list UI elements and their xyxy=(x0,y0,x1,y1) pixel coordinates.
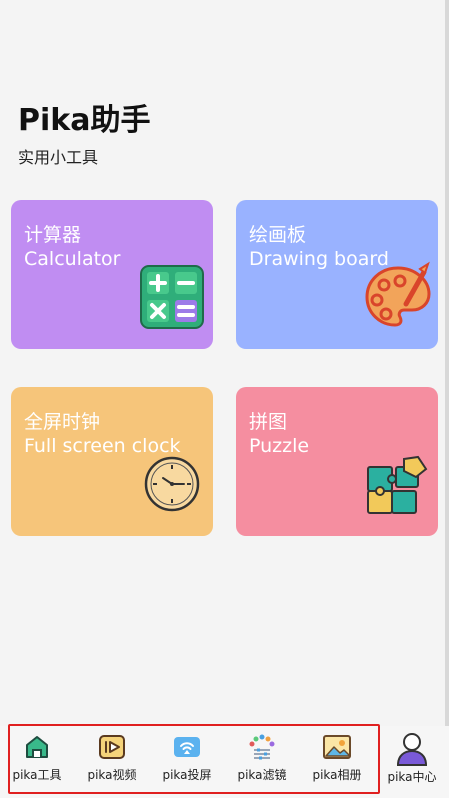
card-title-en: Puzzle xyxy=(249,435,310,457)
header: Pika助手 实用小工具 xyxy=(18,100,150,168)
calculator-icon xyxy=(140,265,204,329)
app-subtitle: 实用小工具 xyxy=(18,148,99,167)
card-title-en: Calculator xyxy=(24,248,121,270)
card-title-cn: 拼图 xyxy=(249,411,288,433)
nav-label: pika中心 xyxy=(387,770,437,784)
puzzle-card[interactable]: 拼图 Puzzle xyxy=(236,387,438,536)
puzzle-icon xyxy=(367,455,428,514)
profile-icon xyxy=(396,733,428,766)
card-title-en: Full screen clock xyxy=(24,435,181,457)
scroll-edge xyxy=(445,0,449,798)
clock-card[interactable]: 全屏时钟 Full screen clock xyxy=(11,387,213,536)
nav-highlight-box xyxy=(8,724,380,794)
app-title: Pika助手 xyxy=(18,103,151,138)
card-title-cn: 全屏时钟 xyxy=(24,411,101,433)
clock-icon xyxy=(144,456,200,512)
card-title-cn: 计算器 xyxy=(24,224,82,246)
drawing-board-card[interactable]: 绘画板 Drawing board xyxy=(236,200,438,349)
card-title-cn: 绘画板 xyxy=(249,224,307,246)
palette-icon xyxy=(365,261,431,327)
calculator-card[interactable]: 计算器 Calculator xyxy=(11,200,213,349)
nav-item-profile[interactable]: pika中心 xyxy=(380,732,444,792)
